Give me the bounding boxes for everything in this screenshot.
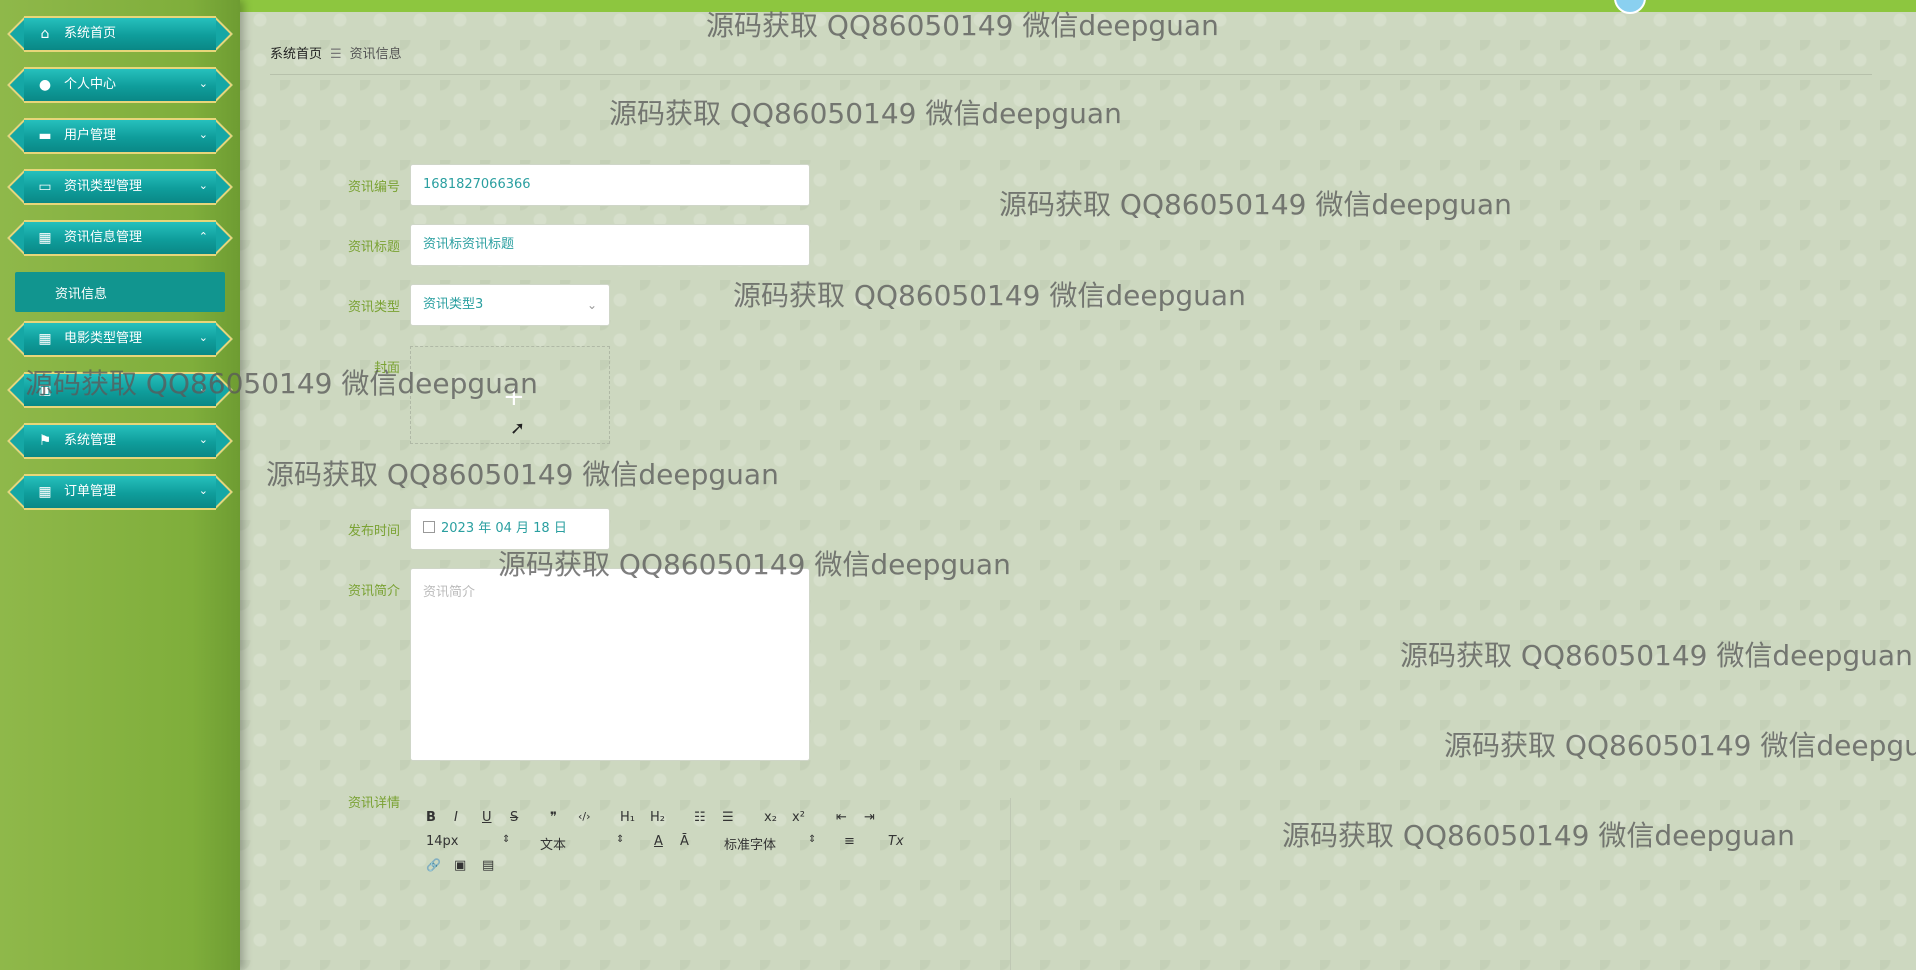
chevron-up-icon: ⌃ (198, 230, 208, 243)
sidebar-item-label: 个人中心 (64, 77, 117, 92)
sidebar-subitem-label: 资讯信息 (55, 287, 108, 302)
monitor-icon: ▭ (38, 179, 52, 195)
detail-label: 资讯详情 (347, 796, 400, 811)
chevron-down-icon: ⌄ (198, 128, 208, 141)
divider (270, 74, 1872, 75)
chevron-down-icon: ⌄ (198, 179, 208, 192)
font-family-select[interactable]: 标准字体 (724, 834, 776, 853)
video-icon[interactable]: ▤ (482, 858, 494, 873)
sidebar-subitem-news-info[interactable]: 资讯信息 (15, 272, 225, 312)
sidebar-item-label: 系统管理 (64, 433, 117, 448)
sidebar-item-personal[interactable]: ● 个人中心 ⌄ (7, 65, 233, 105)
type-select[interactable]: 资讯类型3 ⌄ (410, 284, 610, 326)
chevron-down-icon: ⌄ (198, 433, 208, 446)
editor-toolbar: B I U S ❞ ‹/› H₁ H₂ ☷ ☰ x₂ x² ⇤ ⇥ 14px ⇕… (410, 798, 1011, 888)
type-select-value: 资讯类型3 (423, 297, 484, 312)
date-label: 发布时间 (347, 524, 400, 539)
sidebar-item-news-info[interactable]: ▦ 资讯信息管理 ⌃ (7, 218, 233, 258)
grid-icon: ▦ (38, 484, 52, 500)
breadcrumb-separator-icon: ☰ (330, 47, 342, 62)
image-icon[interactable]: ▣ (454, 858, 466, 873)
intro-textarea[interactable]: 资讯简介 (410, 568, 810, 761)
chevron-updown-icon: ⇕ (808, 834, 817, 845)
intro-placeholder: 资讯简介 (423, 585, 476, 600)
font-size-select[interactable]: 14px (426, 834, 459, 849)
quote-button[interactable]: ❞ (550, 810, 557, 825)
breadcrumb-home[interactable]: 系统首页 (270, 47, 322, 62)
outdent-button[interactable]: ⇤ (836, 810, 847, 825)
avatar[interactable] (1614, 0, 1646, 14)
intro-label: 资讯简介 (347, 584, 400, 599)
italic-button[interactable]: I (454, 810, 458, 825)
ordered-list-button[interactable]: ☷ (694, 810, 706, 825)
type-label: 资讯类型 (347, 300, 400, 315)
flag-icon: ⚑ (38, 433, 52, 449)
watermark: 源码获取 QQ86050149 微信deepguan (609, 97, 1122, 130)
h1-button[interactable]: H₁ (620, 810, 635, 825)
cursor-icon: ➚ (510, 418, 526, 439)
link-icon[interactable]: 🔗 (426, 858, 441, 872)
watermark: 源码获取 QQ86050149 微信deepguan (498, 548, 1011, 581)
code-button[interactable]: ‹/› (578, 810, 591, 823)
bold-button[interactable]: B (426, 810, 436, 825)
h2-button[interactable]: H₂ (650, 810, 665, 825)
sidebar-item-label: 电影类型管理 (64, 331, 143, 346)
breadcrumb: 系统首页 ☰ 资讯信息 (270, 43, 402, 62)
sidebar-item-label: 资讯类型管理 (64, 179, 143, 194)
sidebar-item-home[interactable]: ⌂ 系统首页 (7, 14, 233, 54)
chevron-updown-icon: ⇕ (616, 834, 625, 845)
subscript-button[interactable]: x₂ (764, 810, 777, 825)
sidebar-item-label: 资讯信息管理 (64, 230, 143, 245)
watermark: 源码获取 QQ86050149 微信deepguan (266, 458, 779, 491)
watermark: 源码获取 QQ86050149 微信deepguan (706, 9, 1219, 42)
sidebar-item-label: 系统首页 (64, 26, 117, 41)
indent-button[interactable]: ⇥ (864, 810, 875, 825)
background-color-button[interactable]: Ā (680, 834, 689, 849)
watermark: 源码获取 QQ86050149 微信deepguan (1444, 729, 1916, 762)
grid-icon: ▦ (38, 331, 52, 347)
sidebar-item-users[interactable]: ▬ 用户管理 ⌄ (7, 116, 233, 156)
chevron-down-icon: ⌄ (198, 77, 208, 90)
watermark: 源码获取 QQ86050149 微信deepguan (1400, 639, 1913, 672)
align-button[interactable]: ≡ (844, 834, 855, 849)
superscript-button[interactable]: x² (792, 810, 805, 825)
user-icon: ● (38, 77, 52, 93)
date-value: 2023 年 04 月 18 日 (441, 521, 567, 536)
watermark: 源码获取 QQ86050149 微信deepguan (1282, 819, 1795, 852)
title-label: 资讯标题 (347, 240, 400, 255)
sidebar-item-orders[interactable]: ▦ 订单管理 ⌄ (7, 472, 233, 512)
underline-button[interactable]: U (482, 810, 492, 825)
editor-content[interactable] (410, 888, 1011, 970)
breadcrumb-current: 资讯信息 (349, 47, 402, 62)
bullet-list-button[interactable]: ☰ (722, 810, 734, 825)
sidebar-item-label: 用户管理 (64, 128, 117, 143)
watermark: 源码获取 QQ86050149 微信deepguan (733, 279, 1246, 312)
number-field[interactable]: 1681827066366 (410, 164, 810, 206)
sidebar-item-label: 订单管理 (64, 484, 117, 499)
sidebar-item-movie-types[interactable]: ▦ 电影类型管理 ⌄ (7, 319, 233, 359)
briefcase-icon: ▬ (38, 128, 52, 144)
header-select[interactable]: 文本 (540, 834, 566, 853)
grid-icon: ▦ (38, 230, 52, 246)
strike-button[interactable]: S (510, 810, 518, 825)
watermark: 源码获取 QQ86050149 微信deepguan (25, 367, 538, 400)
sidebar-item-news-types[interactable]: ▭ 资讯类型管理 ⌄ (7, 167, 233, 207)
text-color-button[interactable]: A (654, 834, 663, 849)
number-label: 资讯编号 (347, 180, 400, 195)
home-icon: ⌂ (40, 26, 50, 42)
chevron-updown-icon: ⇕ (502, 834, 511, 845)
sidebar: ⌂ 系统首页 ● 个人中心 ⌄ ▬ 用户管理 ⌄ ▭ 资讯类型管理 ⌄ ▦ 资讯… (0, 0, 240, 970)
chevron-down-icon: ⌄ (198, 331, 208, 344)
chevron-down-icon: ⌄ (198, 484, 208, 497)
title-field[interactable]: 资讯标资讯标题 (410, 224, 810, 266)
calendar-icon (423, 521, 435, 533)
clear-format-button[interactable]: Tx (888, 834, 904, 849)
watermark: 源码获取 QQ86050149 微信deepguan (999, 188, 1512, 221)
chevron-down-icon: ⌄ (586, 298, 597, 312)
sidebar-item-system[interactable]: ⚑ 系统管理 ⌄ (7, 421, 233, 461)
